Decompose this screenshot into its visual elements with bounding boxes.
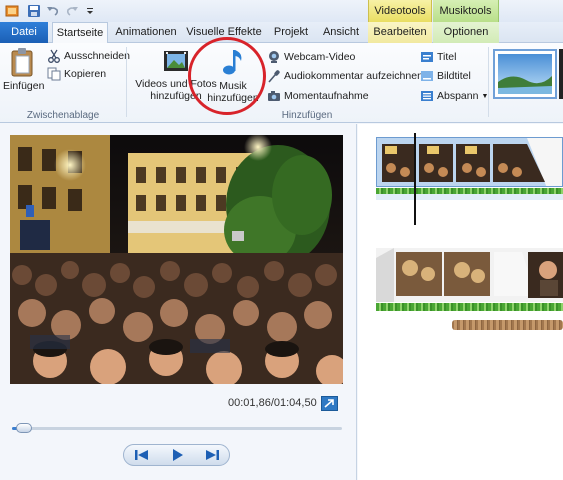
camera-icon bbox=[268, 91, 280, 101]
title-bar: Videotools Musiktools bbox=[0, 0, 563, 22]
record-narration-label: Audiokommentar aufzeichnen bbox=[284, 70, 423, 82]
preview-monitor[interactable] bbox=[10, 135, 343, 384]
copy-button[interactable]: Kopieren bbox=[47, 67, 106, 81]
credits-button[interactable]: Abspann ▼ bbox=[420, 89, 488, 103]
previous-frame-button[interactable] bbox=[130, 447, 154, 463]
webcam-video-button[interactable]: Webcam-Video bbox=[267, 50, 355, 64]
ribbon: Einfügen Ausschneiden Kopieren Zwischena… bbox=[0, 37, 563, 123]
crowd-photo bbox=[10, 135, 343, 384]
storyboard-clip-row-1[interactable] bbox=[376, 137, 563, 187]
playback-timecode: 00:01,86/01:04,50 bbox=[228, 397, 317, 409]
tab-project[interactable]: Projekt bbox=[268, 22, 314, 43]
paste-button[interactable]: Einfügen bbox=[3, 47, 45, 92]
caption-button[interactable]: Bildtitel bbox=[420, 69, 471, 83]
redo-icon[interactable] bbox=[64, 3, 80, 19]
playhead[interactable] bbox=[414, 133, 416, 225]
theme-thumbnail[interactable] bbox=[493, 49, 557, 99]
theme-thumbnail[interactable] bbox=[559, 49, 563, 99]
context-tab-music-tools: Musiktools bbox=[433, 0, 499, 22]
play-button[interactable] bbox=[165, 447, 189, 463]
ribbon-separator bbox=[126, 47, 127, 117]
scissors-icon bbox=[48, 49, 60, 63]
group-label-add: Hinzufügen bbox=[281, 110, 333, 121]
app-icon[interactable] bbox=[4, 3, 20, 19]
highlight-circle bbox=[188, 37, 266, 115]
clipboard-icon bbox=[11, 48, 33, 77]
play-icon bbox=[172, 449, 183, 461]
storyboard[interactable] bbox=[358, 124, 563, 480]
fullscreen-button[interactable] bbox=[321, 396, 338, 411]
tab-edit[interactable]: Bearbeiten bbox=[368, 22, 432, 43]
cut-label: Ausschneiden bbox=[64, 50, 130, 62]
copy-icon bbox=[47, 67, 61, 81]
credits-icon bbox=[421, 91, 433, 101]
tab-home[interactable]: Startseite bbox=[52, 22, 108, 44]
webcam-video-label: Webcam-Video bbox=[284, 51, 356, 63]
clip-thumbnails bbox=[376, 248, 563, 302]
tab-animations[interactable]: Animationen bbox=[112, 22, 180, 43]
record-narration-button[interactable]: Audiokommentar aufzeichnen ▼ bbox=[267, 69, 433, 83]
chevron-down-icon[interactable] bbox=[82, 3, 98, 19]
title-button[interactable]: Titel bbox=[420, 50, 456, 64]
credits-label: Abspann bbox=[437, 90, 479, 102]
title-label: Titel bbox=[437, 51, 457, 63]
ribbon-separator bbox=[488, 47, 489, 117]
storyboard-clip-row-2[interactable] bbox=[376, 248, 563, 302]
paste-label: Einfügen bbox=[3, 80, 45, 92]
clip-bar bbox=[376, 194, 563, 200]
microphone-icon bbox=[268, 70, 280, 83]
next-frame-icon bbox=[205, 450, 219, 460]
webcam-icon bbox=[269, 51, 279, 63]
film-photo-icon bbox=[164, 51, 188, 71]
group-label-clipboard: Zwischenablage bbox=[26, 110, 100, 121]
clip-audio-waveform bbox=[376, 303, 563, 311]
undo-icon[interactable] bbox=[45, 3, 61, 19]
caption-icon bbox=[421, 71, 433, 81]
snapshot-button[interactable]: Momentaufnahme bbox=[267, 89, 369, 103]
music-track-bar[interactable] bbox=[452, 320, 563, 330]
next-frame-button[interactable] bbox=[200, 447, 224, 463]
tab-options[interactable]: Optionen bbox=[433, 22, 499, 43]
clip-thumbnails bbox=[377, 138, 562, 186]
snapshot-label: Momentaufnahme bbox=[284, 90, 369, 102]
seek-thumb[interactable] bbox=[15, 423, 32, 433]
expand-icon bbox=[324, 399, 334, 408]
save-icon[interactable] bbox=[26, 3, 42, 19]
cut-button[interactable]: Ausschneiden bbox=[47, 49, 130, 63]
ribbon-tab-row: Datei Startseite Animationen Visuelle Ef… bbox=[0, 22, 563, 44]
previous-frame-icon bbox=[134, 450, 148, 460]
playback-controls bbox=[123, 444, 230, 466]
seek-bar[interactable] bbox=[12, 427, 342, 430]
copy-label: Kopieren bbox=[64, 68, 107, 80]
title-icon bbox=[421, 52, 433, 62]
caption-label: Bildtitel bbox=[437, 70, 471, 82]
tab-file[interactable]: Datei bbox=[0, 22, 48, 43]
context-tab-video-tools: Videotools bbox=[368, 0, 432, 22]
tab-view[interactable]: Ansicht bbox=[318, 22, 364, 43]
